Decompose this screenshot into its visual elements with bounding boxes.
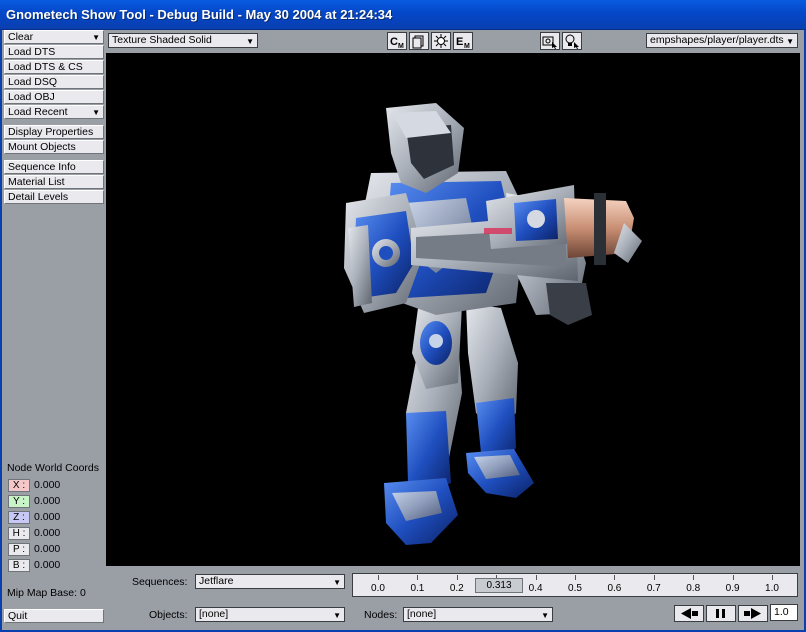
display-properties-button[interactable]: Display Properties xyxy=(4,125,104,139)
time-readout: 0.313 xyxy=(475,578,523,593)
coord-b-label: B : xyxy=(8,559,30,572)
coord-x-value: 0.000 xyxy=(34,479,61,491)
timeline-tick-label: 0.9 xyxy=(725,583,740,594)
coord-p-value: 0.000 xyxy=(34,543,61,555)
coord-b-value: 0.000 xyxy=(34,559,61,571)
node-world-coords-title: Node World Coords xyxy=(7,462,100,474)
clear-label: Clear xyxy=(8,31,34,43)
material-list-button[interactable]: Material List xyxy=(4,175,104,189)
timeline-tick-label: 0.4 xyxy=(528,583,543,594)
load-dts-button[interactable]: Load DTS xyxy=(4,45,104,59)
timeline-tick xyxy=(417,575,419,580)
nodes-value: [none] xyxy=(407,608,437,620)
lighting-button[interactable] xyxy=(431,32,451,50)
objects-value: [none] xyxy=(199,608,229,620)
pause-button[interactable] xyxy=(706,605,736,622)
copy-icon xyxy=(412,35,424,49)
coord-y-label: Y : xyxy=(8,495,30,508)
mip-map-base: Mip Map Base: 0 xyxy=(7,587,86,599)
timeline-tick-label: 0.5 xyxy=(568,583,582,594)
play-icon xyxy=(744,608,761,619)
timeline-tick-label: 0.1 xyxy=(410,583,425,594)
chevron-down-icon: ▼ xyxy=(541,611,549,620)
file-path-select[interactable]: empshapes/player/player.dts ▼ xyxy=(646,33,798,48)
sequence-info-button[interactable]: Sequence Info xyxy=(4,160,104,174)
title-bar: Gnometech Show Tool - Debug Build - May … xyxy=(0,0,806,30)
light-select-button[interactable] xyxy=(562,32,582,50)
objects-label: Objects: xyxy=(149,609,188,621)
detail-levels-button[interactable]: Detail Levels xyxy=(4,190,104,204)
coord-h-label: H : xyxy=(8,527,30,540)
load-recent-label: Load Recent xyxy=(8,106,68,118)
timeline-tick xyxy=(614,575,616,580)
timeline-tick xyxy=(772,575,773,580)
chevron-down-icon: ▼ xyxy=(333,578,341,587)
nodes-label: Nodes: xyxy=(364,609,398,621)
camera-mode-button[interactable]: CM xyxy=(387,32,407,50)
load-dts-cs-button[interactable]: Load DTS & CS xyxy=(4,60,104,74)
sequence-select[interactable]: Jetflare ▼ xyxy=(195,574,345,589)
sequences-label: Sequences: xyxy=(132,576,188,588)
coord-x-label: X : xyxy=(8,479,30,492)
rewind-button[interactable] xyxy=(674,605,704,622)
timeline-tick xyxy=(575,575,576,580)
environment-map-button[interactable]: EM xyxy=(453,32,473,50)
3d-viewport[interactable] xyxy=(106,53,800,566)
sequence-value: Jetflare xyxy=(199,575,234,587)
light-icon xyxy=(434,34,448,48)
camera-cursor-icon xyxy=(542,36,557,49)
chevron-down-icon: ▼ xyxy=(246,37,254,46)
load-dsq-button[interactable]: Load DSQ xyxy=(4,75,104,89)
load-obj-button[interactable]: Load OBJ xyxy=(4,90,104,104)
rewind-icon xyxy=(681,608,698,619)
timeline-tick-label: 0.8 xyxy=(686,583,701,594)
sidebar: Clear ▼ Load DTS Load DTS & CS Load DSQ … xyxy=(2,30,104,630)
timeline-tick xyxy=(693,575,695,580)
timeline-tick xyxy=(732,575,734,580)
svg-text:E: E xyxy=(456,36,463,48)
timeline-tick-label: 0.2 xyxy=(449,583,464,594)
timeline-tick xyxy=(456,575,458,580)
chevron-down-icon: ▼ xyxy=(92,33,100,42)
camera-mode-icon: CM xyxy=(390,36,404,50)
quit-button[interactable]: Quit xyxy=(4,609,104,623)
svg-text:M: M xyxy=(398,43,404,49)
coord-y-value: 0.000 xyxy=(34,495,61,507)
timeline-tick xyxy=(653,575,655,580)
timeline-tick-label: 0.7 xyxy=(646,583,661,594)
coord-h-value: 0.000 xyxy=(34,527,61,539)
timeline-tick-label: 0.0 xyxy=(371,583,385,594)
timeline-tick-label: 0.6 xyxy=(607,583,622,594)
chevron-down-icon: ▼ xyxy=(333,611,341,620)
playback-speed-input[interactable]: 1.0 xyxy=(770,604,798,621)
nodes-select[interactable]: [none] ▼ xyxy=(403,607,553,622)
render-mode-value: Texture Shaded Solid xyxy=(112,34,212,46)
load-recent-button[interactable]: Load Recent ▼ xyxy=(4,105,104,119)
pause-icon xyxy=(716,609,725,618)
coord-z-label: Z : xyxy=(8,511,30,524)
chevron-down-icon: ▼ xyxy=(92,108,100,117)
bulb-cursor-icon xyxy=(565,34,579,49)
timeline-tick-label: 1.0 xyxy=(765,583,779,594)
coord-z-value: 0.000 xyxy=(34,511,61,523)
timeline-tick xyxy=(378,575,379,580)
timeline-tick xyxy=(535,575,537,580)
clear-button[interactable]: Clear ▼ xyxy=(4,30,104,44)
copy-view-button[interactable] xyxy=(409,32,429,50)
render-mode-select[interactable]: Texture Shaded Solid ▼ xyxy=(108,33,258,48)
play-button[interactable] xyxy=(738,605,768,622)
svg-text:M: M xyxy=(464,43,470,49)
svg-text:C: C xyxy=(390,36,398,48)
chevron-down-icon: ▼ xyxy=(786,37,794,46)
coord-p-label: P : xyxy=(8,543,30,556)
environment-map-icon: EM xyxy=(456,36,470,50)
player-model xyxy=(344,103,642,545)
window-title: Gnometech Show Tool - Debug Build - May … xyxy=(6,7,393,22)
file-path-value: empshapes/player/player.dts xyxy=(650,34,784,46)
mount-objects-button[interactable]: Mount Objects xyxy=(4,140,104,154)
objects-select[interactable]: [none] ▼ xyxy=(195,607,345,622)
camera-select-button[interactable] xyxy=(540,32,560,50)
